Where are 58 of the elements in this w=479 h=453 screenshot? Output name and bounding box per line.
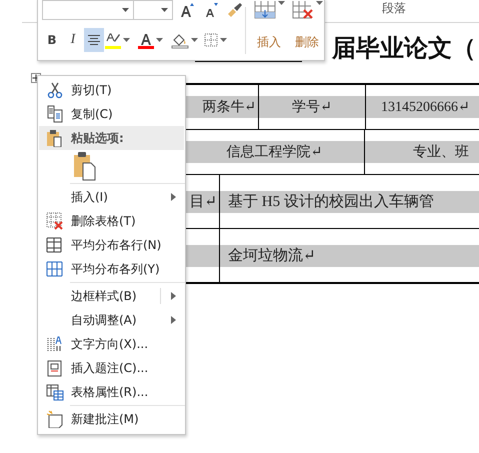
table-cell-text: 金坷垃物流↵ — [228, 246, 316, 265]
menu-item[interactable]: 边框样式(B) — [39, 284, 184, 308]
new-comment-icon — [46, 410, 64, 428]
menu-item[interactable]: 平均分布各列(Y) — [39, 257, 184, 281]
dropdown-caret-icon — [191, 38, 198, 42]
italic-button[interactable]: I — [63, 28, 83, 52]
ribbon-group-label: 段落 — [382, 1, 406, 15]
shrink-font-icon — [203, 2, 219, 18]
distribute-columns-icon — [46, 260, 64, 278]
clipboard-icon — [73, 151, 97, 181]
text-direction-icon — [46, 335, 64, 353]
align-center-icon — [87, 34, 101, 46]
dropdown-caret-icon — [123, 38, 130, 42]
table-cell-text: 学号↵ — [292, 98, 332, 116]
table-cell-text: 13145206666↵ — [381, 98, 470, 116]
distribute-rows-icon — [46, 236, 64, 254]
dropdown-caret-icon — [122, 8, 129, 12]
dropdown-caret-icon — [220, 38, 227, 42]
scissors-icon — [46, 81, 64, 99]
insert-button[interactable]: 插入 — [252, 0, 286, 60]
menu-item[interactable]: 平均分布各行(N) — [39, 233, 184, 257]
align-center-button[interactable] — [84, 28, 104, 52]
caption-icon — [46, 359, 64, 377]
menu-item[interactable]: 插入题注(C)... — [39, 356, 184, 380]
table-delete-icon — [46, 212, 64, 230]
table-cell-text: 信息工程学院↵ — [226, 144, 322, 161]
paintbrush-icon — [227, 2, 243, 18]
table-delete-icon — [292, 1, 316, 19]
menu-item[interactable]: 新建批注(M) — [39, 407, 184, 431]
delete-button[interactable]: 删除 — [290, 0, 324, 60]
font-field[interactable] — [42, 0, 134, 20]
table-properties-icon — [46, 383, 64, 401]
menu-item[interactable]: 自动调整(A) — [39, 308, 184, 332]
dropdown-caret-icon — [156, 38, 163, 42]
bold-button[interactable]: B — [42, 28, 62, 52]
menu-item[interactable]: 复制(C) — [39, 102, 184, 126]
borders-grid-icon — [204, 33, 218, 47]
table-cell-text: 基于 H5 设计的校园出入车辆管 — [228, 192, 434, 211]
table-cell-text: 目↵ — [189, 193, 217, 211]
copy-icon — [46, 105, 64, 123]
menu-item[interactable]: 表格属性(R)... — [39, 380, 184, 404]
table-cell-text: 专业、班 — [413, 144, 469, 161]
grow-font-icon — [179, 2, 195, 18]
menu-item[interactable]: 插入(I) — [39, 185, 184, 209]
table-insert-icon — [254, 1, 278, 19]
menu-item[interactable]: 粘贴选项: — [39, 126, 184, 150]
menu-item[interactable]: 文字方向(X)... — [39, 332, 184, 356]
font-color-icon — [138, 32, 154, 48]
dropdown-caret-icon — [278, 1, 284, 5]
paste-option-button[interactable] — [72, 151, 98, 181]
clipboard-icon — [46, 129, 64, 147]
document-title: 届毕业论文（ — [332, 33, 476, 63]
dropdown-caret-icon — [161, 8, 168, 12]
dropdown-caret-icon — [316, 1, 322, 5]
menu-item[interactable]: 剪切(T) — [39, 78, 184, 102]
font-size-field[interactable] — [133, 0, 173, 20]
menu-item[interactable]: 删除表格(T) — [39, 209, 184, 233]
table-cell-text: 两条牛↵ — [202, 98, 256, 116]
